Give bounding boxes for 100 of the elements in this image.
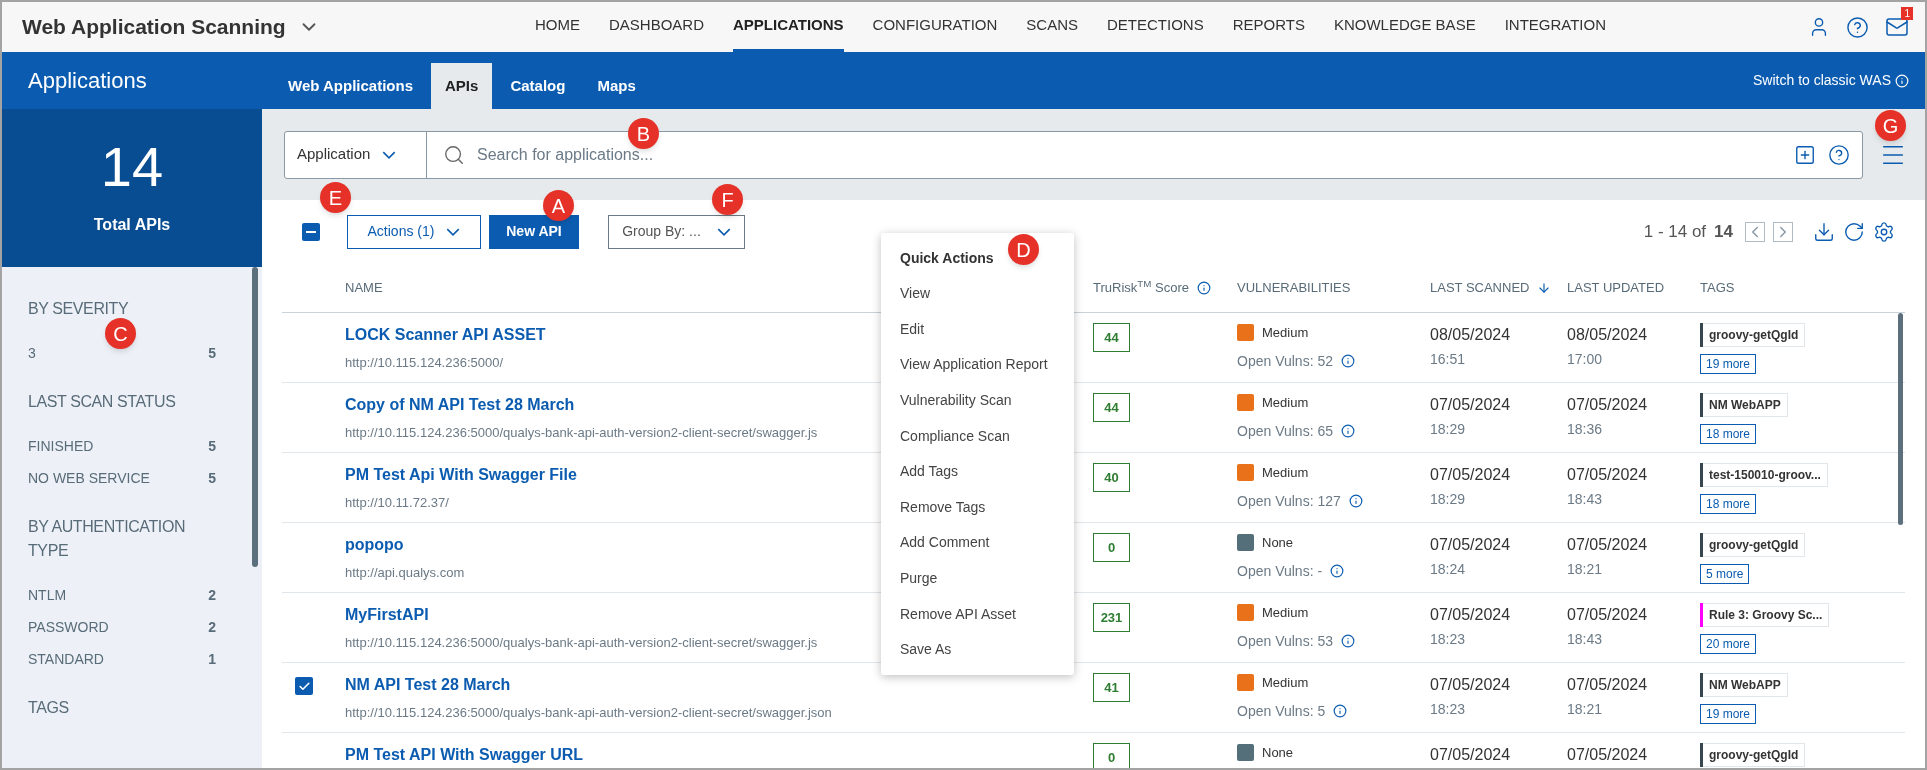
more-tags-link[interactable]: 5 more [1700, 564, 1750, 584]
previous-page-icon[interactable] [1745, 221, 1765, 242]
menu-item[interactable]: Edit [881, 311, 1074, 348]
tag-chip: NM WebAPP [1703, 673, 1788, 697]
menu-item[interactable]: Purge [881, 560, 1074, 597]
column-header[interactable]: VULNERABILITIES [1237, 277, 1351, 298]
info-icon [1348, 494, 1363, 508]
row-checkbox[interactable] [295, 677, 313, 695]
menu-item[interactable]: Compliance Scan [881, 418, 1074, 454]
scrollbar[interactable] [252, 267, 258, 567]
nav-link[interactable]: DETECTIONS [1107, 2, 1204, 52]
scope-dropdown[interactable]: Application [285, 131, 427, 178]
add-icon[interactable] [1794, 143, 1816, 166]
filter-option[interactable]: 3 [28, 343, 36, 364]
column-header[interactable]: TruRisk$^{TM}$ Score [1093, 277, 1189, 298]
api-url: http://10.115.124.236:5000/qualys-bank-api-auth-version2-client-secret/swagger.js [345, 424, 818, 442]
updated-time: 18:21 [1567, 560, 1604, 579]
menu-item[interactable]: Add Tags [881, 453, 1074, 490]
menu-item[interactable]: Add Comment [881, 525, 1074, 561]
updated-date: 07/05/2024 [1567, 675, 1649, 695]
open-vulns: Open Vulns: - [1237, 561, 1323, 581]
menu-item[interactable]: Remove API Asset [881, 596, 1074, 632]
more-tags-link[interactable]: 19 more [1700, 704, 1757, 724]
menu-item[interactable]: Remove Tags [881, 489, 1074, 526]
menu-item[interactable]: Save As [881, 631, 1074, 668]
scanned-date: 08/05/2024 [1430, 325, 1512, 345]
updated-date: 08/05/2024 [1567, 325, 1649, 345]
tab[interactable]: APIs [431, 63, 493, 109]
nav-link[interactable]: KNOWLEDGE BASE [1333, 2, 1476, 52]
tab[interactable]: Maps [583, 63, 650, 109]
scanned-date: 07/05/2024 [1430, 605, 1512, 625]
tag-chip: test-150010-groov... [1703, 463, 1828, 487]
menu-item[interactable]: Vulnerability Scan [881, 382, 1074, 419]
nav-link[interactable]: CONFIGURATION [872, 2, 998, 52]
filter-heading: TAGS [28, 698, 70, 718]
filter-option[interactable]: STANDARD [28, 649, 104, 670]
open-vulns: Open Vulns: 127 [1237, 491, 1341, 511]
help-icon[interactable] [1846, 15, 1869, 39]
api-name-link[interactable]: LOCK Scanner API ASSET [345, 323, 546, 347]
score-badge: 0 [1093, 743, 1130, 768]
open-vulns: Open Vulns: 65 [1237, 421, 1333, 441]
help-icon[interactable] [1828, 143, 1850, 166]
more-tags-link[interactable]: 19 more [1700, 354, 1757, 374]
filter-option[interactable]: NTLM [28, 585, 67, 606]
select-all-checkbox[interactable] [302, 222, 320, 241]
tab[interactable]: Catalog [496, 63, 580, 109]
switch-link[interactable]: Switch to classic WAS [1753, 70, 1891, 91]
severity-label: None [1262, 744, 1294, 762]
filter-option[interactable]: NO WEB SERVICE [28, 468, 150, 489]
score-badge: 40 [1093, 463, 1130, 492]
api-url: http://api.qualys.com [345, 564, 465, 582]
column-header[interactable]: LAST UPDATED [1567, 277, 1665, 298]
score-badge: 44 [1093, 323, 1130, 352]
nav-link[interactable]: INTEGRATION [1504, 2, 1607, 52]
more-tags-link[interactable]: 18 more [1700, 424, 1757, 444]
filter-option[interactable]: FINISHED [28, 436, 94, 457]
tag-chip: groovy-getQgId [1703, 533, 1806, 557]
column-header[interactable]: LAST SCANNED [1430, 277, 1530, 298]
download-icon[interactable] [1813, 220, 1835, 243]
menu-item[interactable]: View [881, 276, 1074, 312]
api-name-link[interactable]: PM Test Api With Swagger File [345, 463, 577, 487]
refresh-icon[interactable] [1843, 220, 1865, 243]
column-header[interactable]: NAME [345, 277, 383, 298]
group-by-dropdown[interactable]: Group By: ... [608, 214, 745, 249]
filter-option[interactable]: PASSWORD [28, 617, 109, 638]
new-api-button[interactable]: New API [489, 214, 579, 249]
score-badge: 231 [1093, 603, 1130, 632]
scanned-date: 07/05/2024 [1430, 745, 1512, 765]
menu-item[interactable]: View Application Report [881, 347, 1074, 383]
api-name-link[interactable]: Copy of NM API Test 28 March [345, 393, 575, 417]
info-icon [1330, 564, 1345, 578]
tab[interactable]: Web Applications [274, 63, 427, 109]
filter-heading: LAST SCAN STATUS [28, 392, 177, 412]
open-vulns: Open Vulns: 52 [1237, 351, 1333, 371]
next-page-icon[interactable] [1773, 221, 1793, 242]
nav-link[interactable]: HOME [535, 2, 580, 52]
score-badge: 41 [1093, 673, 1130, 702]
api-name-link[interactable]: PM Test API With Swagger URL [345, 743, 584, 767]
actions-dropdown[interactable]: Actions (1) [347, 214, 481, 249]
mail-icon[interactable] [1885, 15, 1909, 39]
api-name-link[interactable]: MyFirstAPI [345, 603, 429, 627]
api-name-link[interactable]: popopo [345, 533, 404, 557]
info-icon [1341, 354, 1355, 368]
settings-icon[interactable] [1873, 220, 1895, 243]
scanned-date: 07/05/2024 [1430, 465, 1512, 485]
search-icon [443, 143, 465, 166]
filter-count: 2 [208, 586, 216, 605]
nav-link[interactable]: SCANS [1026, 2, 1078, 52]
scanned-time: 18:23 [1430, 700, 1467, 719]
scrollbar[interactable] [1898, 313, 1903, 525]
updated-date: 07/05/2024 [1567, 395, 1649, 415]
more-tags-link[interactable]: 18 more [1700, 494, 1757, 514]
updated-date: 07/05/2024 [1567, 535, 1649, 555]
api-name-link[interactable]: NM API Test 28 March [345, 673, 511, 697]
column-header[interactable]: TAGS [1700, 277, 1735, 298]
total-count: 14 [100, 139, 164, 195]
more-tags-link[interactable]: 20 more [1700, 634, 1757, 654]
nav-link[interactable]: REPORTS [1232, 2, 1305, 52]
nav-link[interactable]: DASHBOARD [609, 2, 705, 52]
menu-title: Quick Actions [900, 248, 994, 268]
